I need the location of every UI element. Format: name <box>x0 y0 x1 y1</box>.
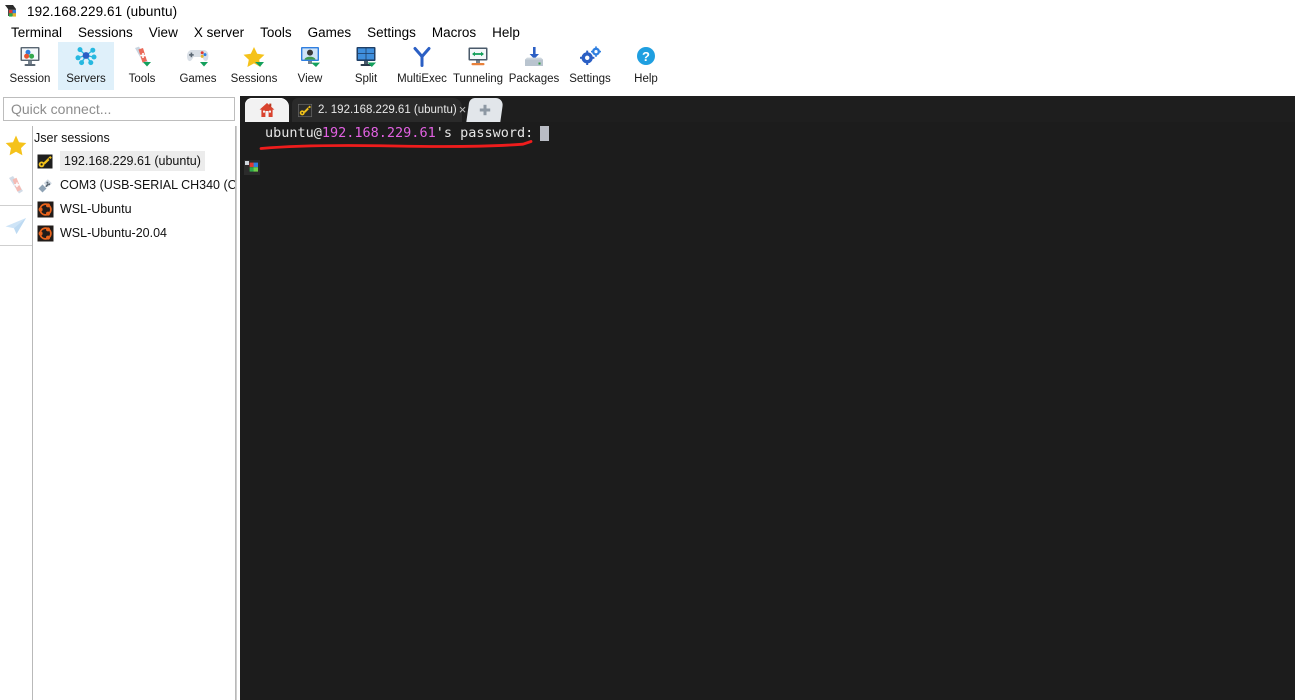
toolbar-button-tunneling[interactable]: Tunneling <box>450 42 506 90</box>
home-house-icon <box>258 101 276 119</box>
games-gamepad-icon <box>183 45 213 71</box>
toolbar-label-tunneling: Tunneling <box>452 73 504 85</box>
menu-bar: Terminal Sessions View X server Tools Ga… <box>0 22 1295 42</box>
prompt-host: 192.168.229.61 <box>321 125 436 141</box>
toolbar-label-split: Split <box>354 73 378 85</box>
menu-macros[interactable]: Macros <box>424 24 484 41</box>
mobaxterm-icon <box>4 3 21 20</box>
settings-gears-icon <box>575 45 605 71</box>
terminal-cursor <box>540 126 550 141</box>
menu-settings[interactable]: Settings <box>359 24 424 41</box>
toolbar-label-settings: Settings <box>569 73 611 85</box>
session-item-wsl-ubuntu-label: WSL-Ubuntu <box>60 202 132 216</box>
title-bar: 192.168.229.61 (ubuntu) <box>0 0 1295 22</box>
toolbar-label-view: View <box>297 73 323 85</box>
main-toolbar: Session Servers Tools Games Sessions Vie… <box>0 42 1295 94</box>
sessions-star-icon <box>239 45 269 71</box>
menu-sessions[interactable]: Sessions <box>70 24 141 41</box>
tab-session-active[interactable]: 2. 192.168.229.61 (ubuntu) × <box>292 98 466 122</box>
quick-connect-input[interactable]: Quick connect... <box>3 97 235 121</box>
tab-session-title: 2. 192.168.229.61 (ubuntu) <box>318 104 457 116</box>
window-title: 192.168.229.61 (ubuntu) <box>27 3 178 19</box>
terminal-prompt-line: ubuntu@ 192.168.229.61 's password: <box>244 125 550 175</box>
session-item-wsl-ubuntu-2004-label: WSL-Ubuntu-20.04 <box>60 226 168 240</box>
toolbar-label-packages: Packages <box>508 73 560 85</box>
toolbar-button-help[interactable]: ? Help <box>618 42 674 90</box>
swiss-knife-icon <box>3 173 29 199</box>
ssh-key-icon <box>298 103 313 118</box>
plus-icon <box>478 103 492 117</box>
moba-blocks-icon <box>244 126 260 175</box>
tree-root-label: Jser sessions <box>34 131 110 145</box>
rail-sessions[interactable] <box>0 126 32 166</box>
rail-macros[interactable] <box>0 206 32 246</box>
ubuntu-icon <box>37 201 54 218</box>
help-question-icon: ? <box>631 45 661 71</box>
session-item-com3[interactable]: COM3 (USB-SERIAL CH340 (COM3)) <box>37 174 236 196</box>
menu-x-server[interactable]: X server <box>186 24 252 41</box>
paper-plane-icon <box>3 213 29 239</box>
packages-download-icon <box>519 45 549 71</box>
toolbar-button-games[interactable]: Games <box>170 42 226 90</box>
toolbar-button-settings[interactable]: Settings <box>562 42 618 90</box>
prompt-tail: 's password: <box>435 125 534 141</box>
toolbar-button-sessions[interactable]: Sessions <box>226 42 282 90</box>
tab-new[interactable] <box>466 98 504 122</box>
toolbar-label-sessions: Sessions <box>230 73 278 85</box>
session-tree-panel: Jser sessions 192.168.229.61 (ubuntu) CO… <box>33 126 236 700</box>
tools-knife-icon <box>127 45 157 71</box>
menu-view[interactable]: View <box>141 24 186 41</box>
session-item-com3-label: COM3 (USB-SERIAL CH340 (COM3)) <box>60 178 236 192</box>
tab-home[interactable] <box>245 98 289 122</box>
session-monitor-icon <box>15 45 45 71</box>
menu-games[interactable]: Games <box>300 24 360 41</box>
session-item-ssh-label: 192.168.229.61 (ubuntu) <box>60 151 205 171</box>
menu-terminal[interactable]: Terminal <box>3 24 70 41</box>
sidebar-rail <box>0 126 33 700</box>
rail-tools[interactable] <box>0 166 32 206</box>
multiexec-fork-icon <box>407 45 437 71</box>
toolbar-label-multiexec: MultiExec <box>397 73 447 85</box>
mobaxterm-window: 192.168.229.61 (ubuntu) Terminal Session… <box>0 0 1295 700</box>
toolbar-label-tools: Tools <box>128 73 156 85</box>
menu-help[interactable]: Help <box>484 24 528 41</box>
prompt-user: ubuntu@ <box>265 125 322 141</box>
toolbar-button-split[interactable]: Split <box>338 42 394 90</box>
toolbar-button-session[interactable]: Session <box>2 42 58 90</box>
toolbar-button-servers[interactable]: Servers <box>58 42 114 90</box>
toolbar-button-tools[interactable]: Tools <box>114 42 170 90</box>
split-panes-icon <box>351 45 381 71</box>
ubuntu-icon <box>37 225 54 242</box>
session-item-wsl-ubuntu-2004[interactable]: WSL-Ubuntu-20.04 <box>37 222 167 244</box>
ssh-key-icon <box>37 153 54 170</box>
servers-network-icon <box>71 45 101 71</box>
toolbar-label-games: Games <box>179 73 217 85</box>
star-icon <box>3 133 29 159</box>
serial-plug-icon <box>37 177 54 194</box>
session-item-ssh[interactable]: 192.168.229.61 (ubuntu) <box>37 150 205 172</box>
toolbar-label-session: Session <box>9 73 51 85</box>
session-item-wsl-ubuntu[interactable]: WSL-Ubuntu <box>37 198 132 220</box>
tab-bar: 2. 192.168.229.61 (ubuntu) × <box>240 96 1295 122</box>
quick-connect-placeholder: Quick connect... <box>11 101 112 117</box>
tunneling-monitor-arrows-icon <box>463 45 493 71</box>
toolbar-label-servers: Servers <box>66 73 106 85</box>
toolbar-button-multiexec[interactable]: MultiExec <box>394 42 450 90</box>
view-monitor-user-icon <box>295 45 325 71</box>
menu-tools[interactable]: Tools <box>252 24 300 41</box>
svg-text:?: ? <box>642 49 650 64</box>
toolbar-button-view[interactable]: View <box>282 42 338 90</box>
toolbar-label-help: Help <box>634 73 658 85</box>
terminal-output[interactable]: ubuntu@ 192.168.229.61 's password: <box>240 122 1295 700</box>
toolbar-button-packages[interactable]: Packages <box>506 42 562 90</box>
